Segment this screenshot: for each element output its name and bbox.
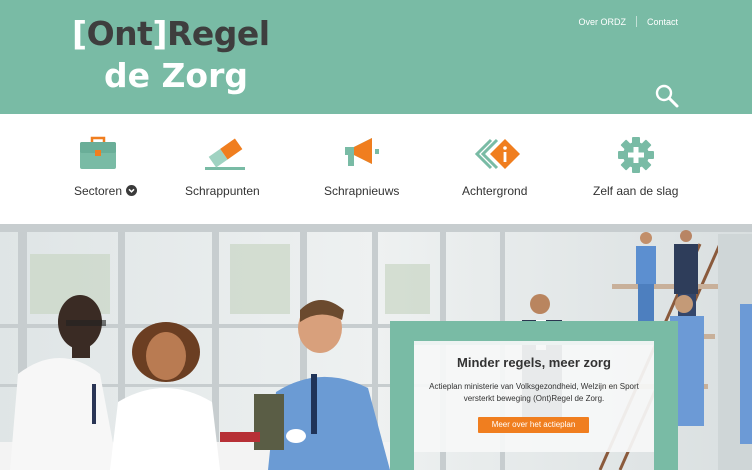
- site-logo[interactable]: [Ont]Regel de Zorg: [72, 14, 292, 104]
- nav-item-zelf-aan-de-slag[interactable]: Zelf aan de slag: [588, 114, 688, 224]
- nav-label: Schrapnieuws: [324, 184, 400, 198]
- megaphone-icon: [345, 138, 379, 166]
- nav-label: Sectoren: [74, 184, 138, 198]
- link-divider: [635, 16, 637, 27]
- nav-item-schrapnieuws[interactable]: Schrapnieuws: [320, 114, 404, 224]
- nav-item-achtergrond[interactable]: Achtergrond: [456, 114, 538, 224]
- logo-line-2: de Zorg: [104, 56, 248, 95]
- actieplan-button[interactable]: Meer over het actieplan: [478, 417, 589, 433]
- search-icon: [655, 84, 679, 108]
- plus-gear-icon: [618, 137, 654, 173]
- promo-card: Minder regels, meer zorg Actieplan minis…: [414, 341, 654, 452]
- nav-label: Achtergrond: [462, 184, 528, 198]
- top-links: Over ORDZ Contact: [578, 16, 678, 27]
- search-button[interactable]: [654, 83, 680, 109]
- nav-label: Schrappunten: [185, 184, 260, 198]
- nav-item-schrappunten[interactable]: Schrappunten: [180, 114, 270, 224]
- promo-title: Minder regels, meer zorg: [457, 355, 611, 370]
- nav-item-sectoren[interactable]: Sectoren: [66, 114, 146, 224]
- chevron-down-icon: [126, 185, 138, 196]
- main-navigation: Sectoren Schrappunten Schrapnieuws Achte…: [0, 114, 752, 224]
- info-layers-icon: [474, 138, 520, 170]
- nav-label: Zelf aan de slag: [593, 184, 679, 198]
- promo-text: Actieplan ministerie van Volksgezondheid…: [429, 382, 639, 403]
- briefcase-icon: [80, 136, 116, 169]
- site-header: [Ont]Regel de Zorg Over ORDZ Contact: [0, 0, 752, 114]
- link-over-ordz[interactable]: Over ORDZ: [578, 17, 626, 27]
- logo-line-1: [Ont]Regel: [72, 14, 270, 53]
- eraser-icon: [205, 138, 245, 170]
- link-contact[interactable]: Contact: [647, 17, 678, 27]
- hero-banner: Minder regels, meer zorg Actieplan minis…: [0, 224, 752, 470]
